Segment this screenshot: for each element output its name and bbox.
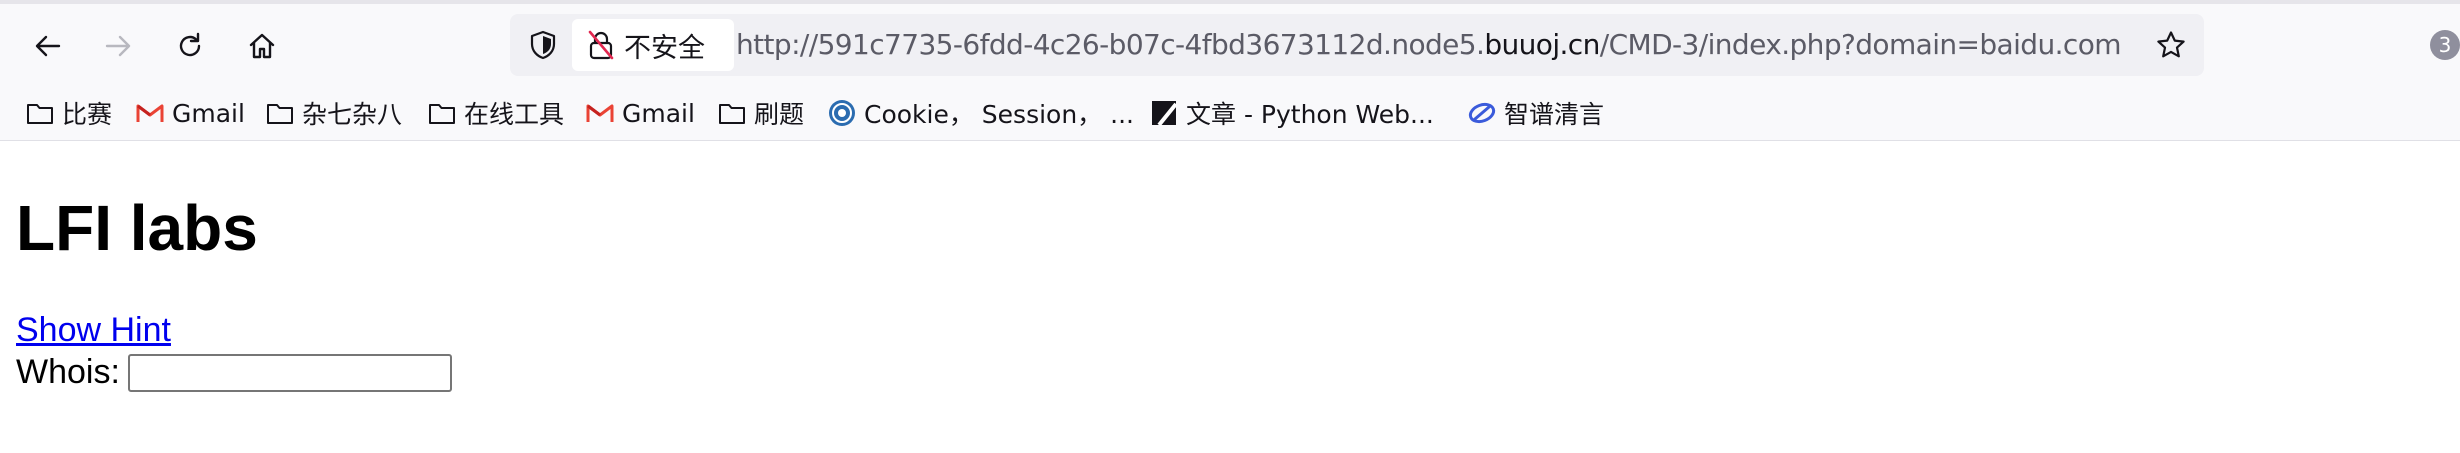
folder-icon — [426, 97, 458, 129]
url-suffix: /CMD-3/index.php?domain=baidu.com — [1599, 28, 2122, 61]
folder-icon — [24, 97, 56, 129]
bookmark-folder-online-tools[interactable]: 在线工具 — [426, 94, 564, 132]
bookmark-folder-shuati[interactable]: 刷题 — [716, 94, 804, 132]
insecure-label: 不安全 — [624, 32, 705, 64]
url-domain: buuoj.cn — [1484, 28, 1600, 61]
folder-icon — [264, 97, 296, 129]
show-hint-link[interactable]: Show Hint — [16, 311, 171, 350]
url-text[interactable]: http://591c7735-6fdd-4c26-b07c-4fbd36731… — [736, 14, 2122, 76]
bookmark-label: Gmail — [622, 98, 695, 128]
folder-icon — [716, 97, 748, 129]
bookmark-zhipu-qingyan[interactable]: 智谱清言 — [1466, 94, 1604, 132]
bookmark-label: 智谱清言 — [1504, 100, 1605, 129]
forward-button[interactable] — [96, 24, 140, 68]
insecure-lock-icon — [588, 30, 614, 60]
back-button[interactable] — [26, 24, 70, 68]
bookmark-cookie-session[interactable]: Cookie， Session， ... — [826, 94, 1134, 132]
zhihu-slash-icon — [1148, 97, 1180, 129]
bookmark-folder-bisai[interactable]: 比赛 — [24, 94, 112, 132]
reload-button[interactable] — [168, 24, 212, 68]
tracking-protection-shield-icon[interactable] — [526, 28, 560, 62]
bookmark-label: 杂七杂八 — [302, 100, 403, 129]
url-prefix: http://591c7735-6fdd-4c26-b07c-4fbd36731… — [736, 28, 1485, 61]
bookmark-label: 文章 - Python Web... — [1186, 100, 1434, 129]
whois-form: Whois: — [16, 353, 452, 392]
bookmark-star-button[interactable] — [2154, 28, 2188, 62]
zhipu-icon — [1466, 97, 1498, 129]
bookmark-label: 刷题 — [754, 100, 805, 129]
page-content: LFI labs Show Hint Whois: — [0, 141, 2460, 453]
bookmarks-toolbar: 比赛 Gmail 杂七杂八 在线工具 Gmail 刷题 Cookie， Sess… — [0, 86, 2460, 141]
extension-badge[interactable]: 3 — [2430, 30, 2460, 60]
home-icon — [249, 33, 275, 59]
bookmark-label: Cookie， Session， ... — [864, 100, 1134, 129]
gmail-icon — [134, 97, 166, 129]
bookmark-folder-zaqizaba[interactable]: 杂七杂八 — [264, 94, 402, 132]
star-icon — [2157, 31, 2185, 58]
whois-label: Whois: — [16, 353, 120, 391]
bookmark-label: Gmail — [172, 98, 245, 128]
bookmark-label: 比赛 — [62, 100, 113, 129]
page-title: LFI labs — [16, 192, 258, 264]
whois-input[interactable] — [127, 353, 452, 392]
gmail-icon — [584, 97, 616, 129]
arrow-right-icon — [105, 35, 131, 57]
address-bar[interactable]: 不安全 http://591c7735-6fdd-4c26-b07c-4fbd3… — [510, 14, 2204, 76]
browser-toolbar: 不安全 http://591c7735-6fdd-4c26-b07c-4fbd3… — [0, 4, 2460, 86]
bookmark-gmail-1[interactable]: Gmail — [134, 94, 245, 132]
bookmark-gmail-2[interactable]: Gmail — [584, 94, 695, 132]
bookmark-label: 在线工具 — [464, 100, 565, 129]
arrow-left-icon — [35, 35, 61, 57]
site-info-insecure-button[interactable]: 不安全 — [572, 19, 734, 71]
site-icon — [826, 97, 858, 129]
reload-icon — [179, 32, 201, 57]
bookmark-python-web-article[interactable]: 文章 - Python Web... — [1148, 94, 1434, 132]
home-button[interactable] — [240, 24, 284, 68]
